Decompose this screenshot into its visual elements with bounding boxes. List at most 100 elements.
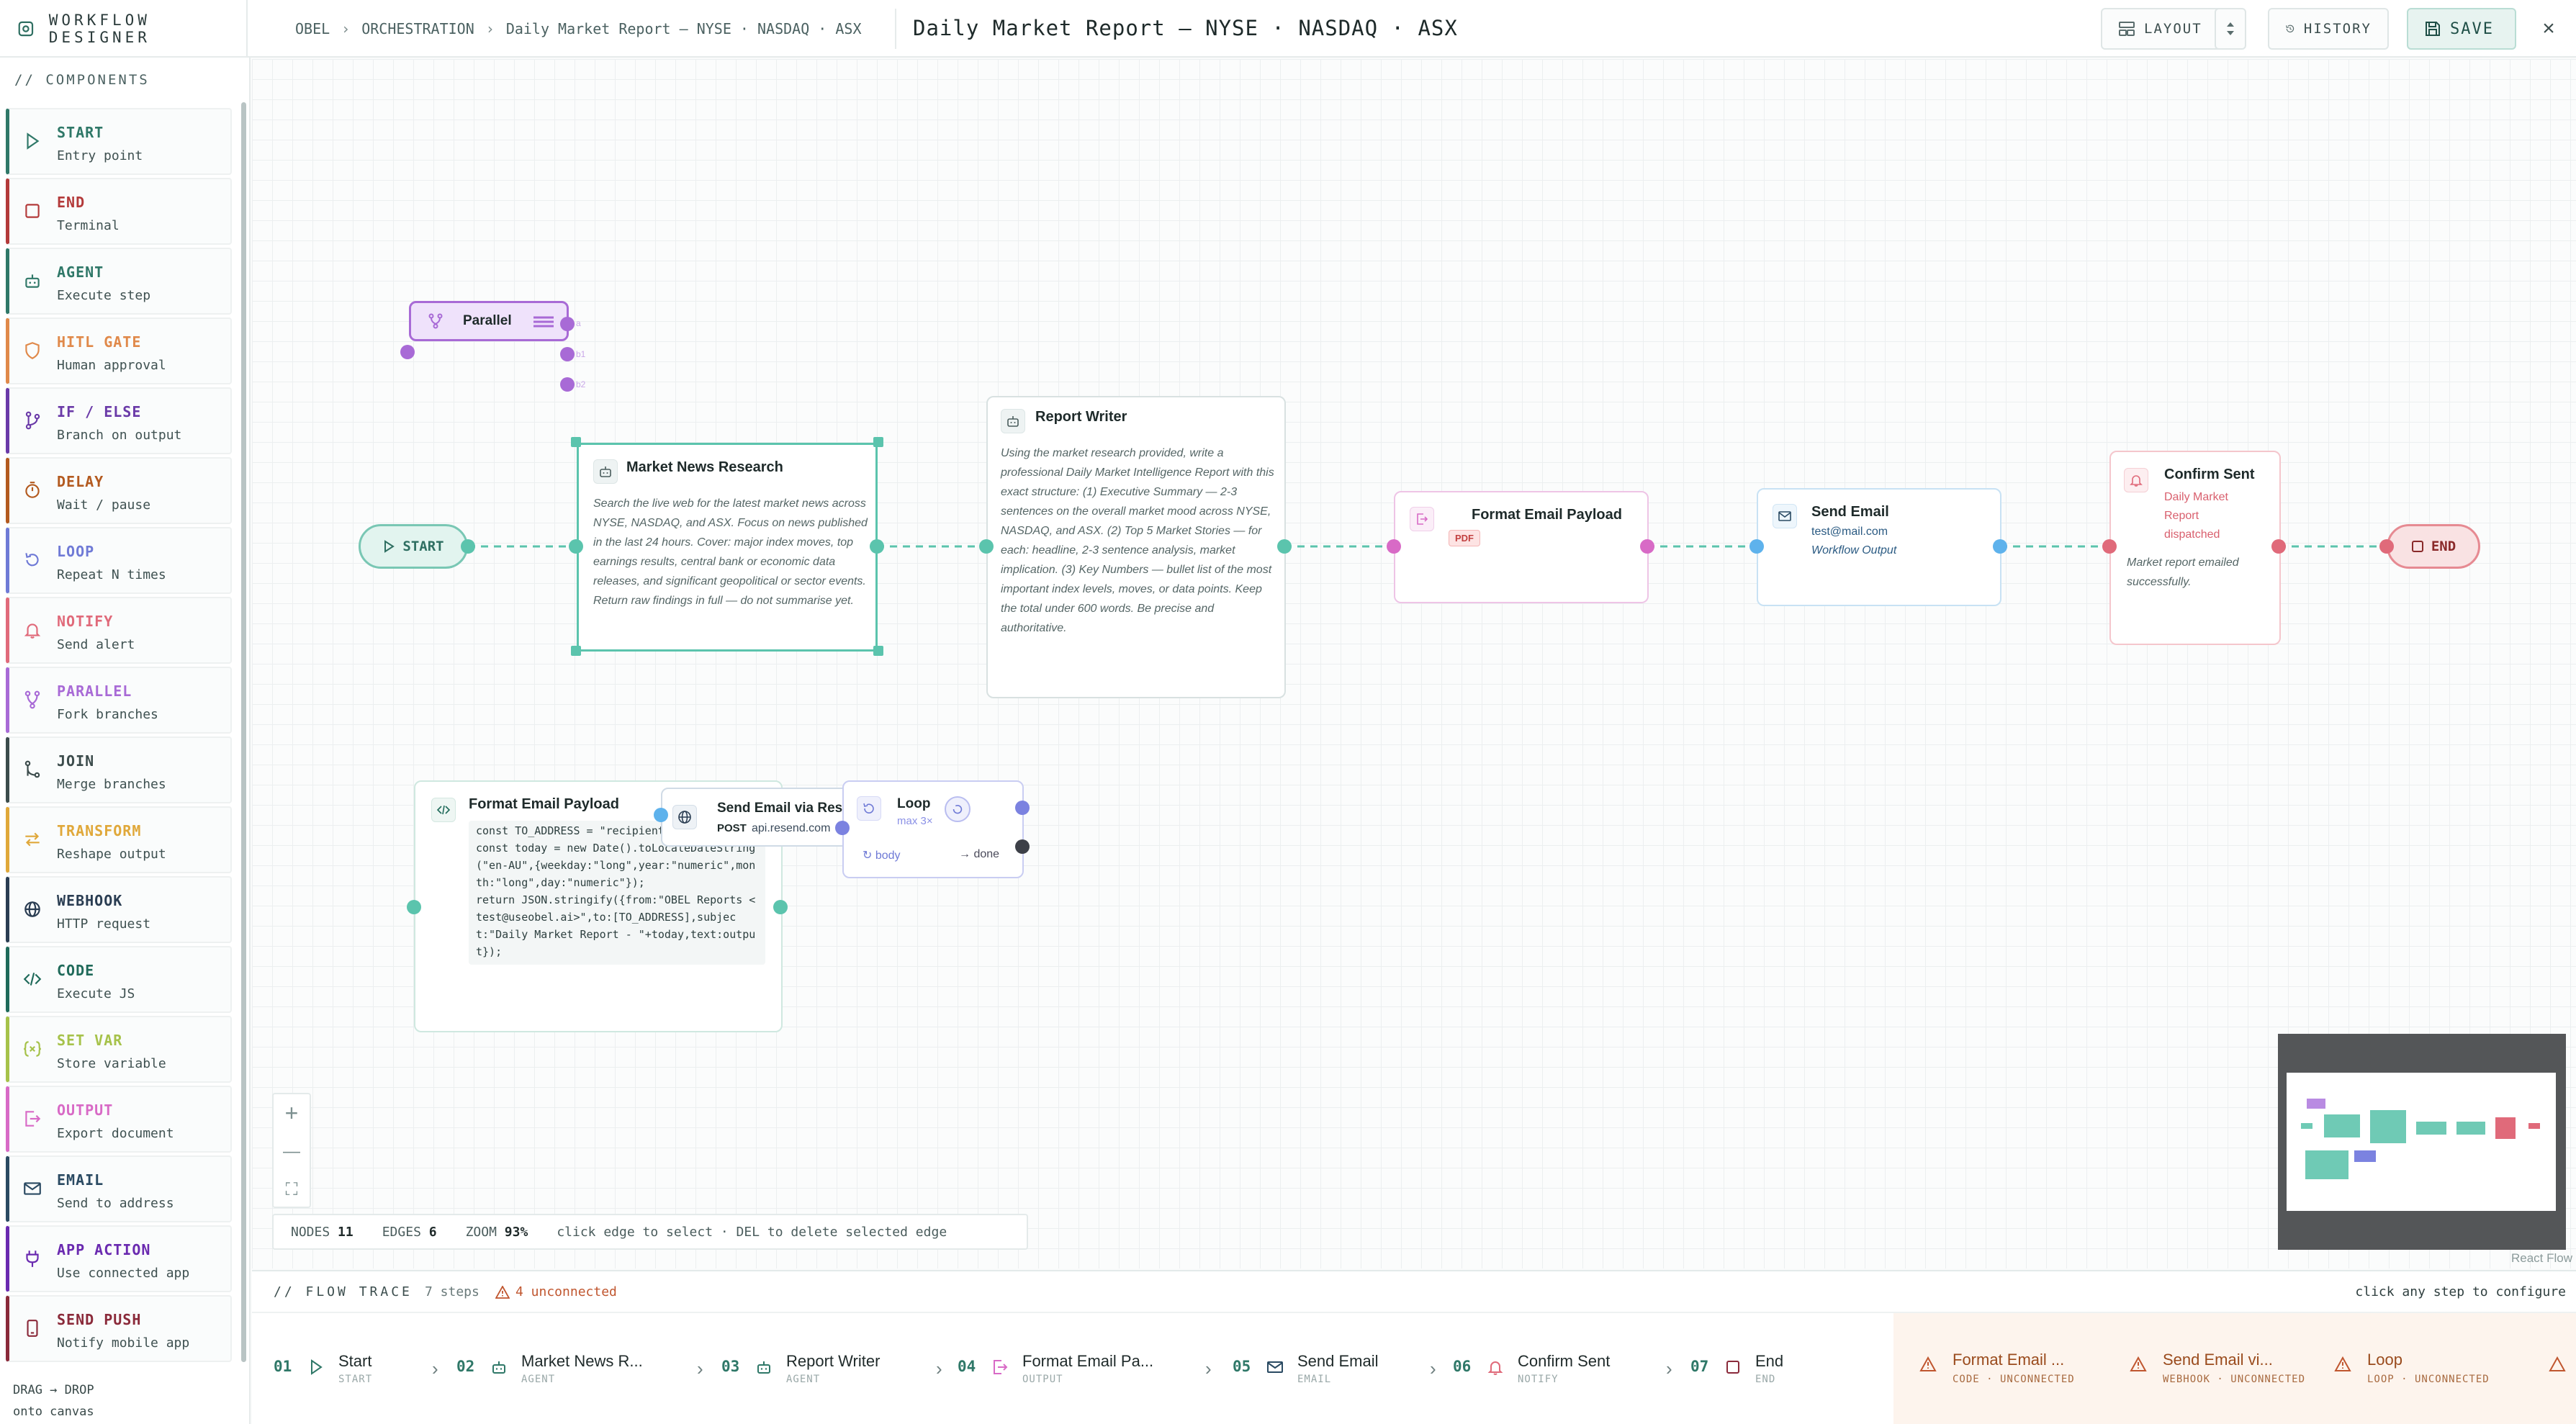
unconnected-count: 4 unconnected bbox=[515, 1284, 617, 1299]
parallel-output-port[interactable] bbox=[560, 347, 575, 361]
trace-step-type: END bbox=[1755, 1374, 1776, 1385]
end-label: END bbox=[2431, 538, 2456, 554]
workflow-logo-icon bbox=[18, 21, 34, 37]
component-join[interactable]: JOIN Merge branches bbox=[6, 736, 232, 803]
drag-hint-line: DRAG → DROP bbox=[13, 1383, 94, 1397]
send-output-port[interactable] bbox=[1993, 539, 2007, 554]
flow-canvas[interactable]: Parallel a b1 b2 START Market News Resea… bbox=[252, 59, 2576, 1268]
selection-handle[interactable] bbox=[873, 437, 883, 447]
play-icon bbox=[307, 1358, 325, 1376]
zoom-in-button[interactable]: + bbox=[274, 1094, 310, 1132]
component-end[interactable]: END Terminal bbox=[6, 178, 232, 245]
branch-icon bbox=[22, 410, 45, 433]
component-start[interactable]: START Entry point bbox=[6, 108, 232, 175]
trace-step-number: 05 bbox=[1233, 1358, 1251, 1375]
breadcrumb-item-orchestration[interactable]: ORCHESTRATION bbox=[361, 20, 474, 37]
component-notify[interactable]: NOTIFY Send alert bbox=[6, 597, 232, 664]
trace-step[interactable]: 06 Confirm Sent NOTIFY bbox=[1453, 1349, 1669, 1392]
selection-handle[interactable] bbox=[571, 437, 581, 447]
phone-icon bbox=[22, 1318, 45, 1341]
close-button[interactable]: × bbox=[2534, 14, 2563, 43]
format-input-port[interactable] bbox=[1387, 539, 1401, 554]
output-node-format-email[interactable]: Format Email Payload PDF bbox=[1394, 491, 1649, 603]
warning-icon bbox=[2549, 1356, 2566, 1376]
fit-view-button[interactable]: ⛶ bbox=[274, 1171, 310, 1209]
nodes-count: NODES 11 bbox=[291, 1225, 353, 1240]
minimap[interactable] bbox=[2278, 1034, 2566, 1250]
layout-button[interactable]: LAYOUT bbox=[2101, 8, 2222, 50]
minimap-viewport[interactable] bbox=[2287, 1073, 2556, 1211]
component-loop[interactable]: LOOP Repeat N times bbox=[6, 527, 232, 594]
code-input-port[interactable] bbox=[407, 900, 421, 914]
component-delay[interactable]: DELAY Wait / pause bbox=[6, 457, 232, 524]
react-flow-attribution[interactable]: React Flow bbox=[2511, 1251, 2572, 1266]
component-send-push[interactable]: SEND PUSH Notify mobile app bbox=[6, 1295, 232, 1362]
research-output-port[interactable] bbox=[870, 539, 884, 554]
selection-handle[interactable] bbox=[873, 646, 883, 656]
notify-node-confirm-sent[interactable]: Confirm Sent Daily Market Report dispatc… bbox=[2109, 451, 2281, 645]
confirm-input-port[interactable] bbox=[2102, 539, 2117, 554]
loop-reset-icon[interactable] bbox=[945, 796, 970, 822]
loop-node[interactable]: Loop max 3× ↻ body → done bbox=[842, 780, 1024, 878]
component-app-action[interactable]: APP ACTION Use connected app bbox=[6, 1225, 232, 1292]
unconnected-step-type: LOOP · UNCONNECTED bbox=[2367, 1374, 2490, 1385]
loop-body-port[interactable] bbox=[1015, 801, 1030, 815]
loop-done-port[interactable] bbox=[1015, 839, 1030, 854]
node-title: Format Email Payload bbox=[1472, 507, 1622, 523]
agent-node-report-writer[interactable]: Report Writer Using the market research … bbox=[986, 396, 1286, 698]
agent-node-market-research[interactable]: Market News Research Search the live web… bbox=[577, 443, 878, 652]
end-input-port[interactable] bbox=[2379, 539, 2394, 554]
format-output-port[interactable] bbox=[1640, 539, 1654, 554]
component-set-var[interactable]: SET VAR Store variable bbox=[6, 1016, 232, 1083]
writer-output-port[interactable] bbox=[1277, 539, 1292, 554]
component-hitl-gate[interactable]: HITL GATE Human approval bbox=[6, 317, 232, 384]
code-output-port[interactable] bbox=[773, 900, 788, 914]
research-input-port[interactable] bbox=[569, 539, 583, 554]
component-name: SEND PUSH bbox=[57, 1311, 142, 1328]
component-output[interactable]: OUTPUT Export document bbox=[6, 1086, 232, 1153]
end-node[interactable]: END bbox=[2387, 524, 2480, 569]
component-email[interactable]: EMAIL Send to address bbox=[6, 1155, 232, 1222]
trace-step[interactable]: 05 Send Email EMAIL bbox=[1233, 1349, 1449, 1392]
minimap-nodes bbox=[2301, 1099, 2540, 1179]
webhook-node-send-email[interactable]: Send Email via Rese POST api.resend.com bbox=[661, 788, 850, 847]
trace-step[interactable]: 03 Report Writer AGENT bbox=[721, 1349, 937, 1392]
component-code[interactable]: CODE Execute JS bbox=[6, 946, 232, 1013]
trace-step[interactable]: 04 Format Email Pa... OUTPUT bbox=[958, 1349, 1174, 1392]
start-node[interactable]: START bbox=[359, 524, 468, 569]
page-title[interactable]: Daily Market Report — NYSE · NASDAQ · AS… bbox=[913, 16, 1458, 40]
component-agent[interactable]: AGENT Execute step bbox=[6, 248, 232, 315]
email-node-send[interactable]: Send Email test@mail.com Workflow Output bbox=[1757, 488, 2001, 606]
warning-icon bbox=[2334, 1356, 2353, 1375]
component-webhook[interactable]: WEBHOOK HTTP request bbox=[6, 876, 232, 943]
component-parallel[interactable]: PARALLEL Fork branches bbox=[6, 667, 232, 734]
confirm-output-port[interactable] bbox=[2271, 539, 2286, 554]
fork-icon bbox=[22, 690, 45, 713]
parallel-input-port[interactable] bbox=[400, 345, 415, 359]
trace-step[interactable]: 02 Market News R... AGENT bbox=[456, 1349, 672, 1392]
component-desc: Fork branches bbox=[57, 707, 158, 722]
writer-input-port[interactable] bbox=[979, 539, 994, 554]
selection-handle[interactable] bbox=[571, 646, 581, 656]
component-if-else[interactable]: IF / ELSE Branch on output bbox=[6, 387, 232, 454]
zoom-out-button[interactable]: — bbox=[274, 1132, 310, 1171]
node-prompt: Using the market research provided, writ… bbox=[1001, 447, 1274, 634]
loop-input-port[interactable] bbox=[835, 821, 850, 835]
webhook-input-port[interactable] bbox=[654, 808, 668, 822]
layout-direction-toggle[interactable] bbox=[2215, 8, 2246, 50]
parallel-output-port[interactable] bbox=[560, 377, 575, 392]
component-transform[interactable]: TRANSFORM Reshape output bbox=[6, 806, 232, 873]
drag-handle-icon[interactable] bbox=[532, 313, 555, 330]
parallel-output-port[interactable] bbox=[560, 317, 575, 331]
save-button[interactable]: SAVE bbox=[2407, 8, 2516, 50]
drag-hint: DRAG → DROP onto canvas bbox=[13, 1379, 94, 1423]
breadcrumb-item-obel[interactable]: OBEL bbox=[295, 20, 330, 37]
history-button[interactable]: HISTORY bbox=[2268, 8, 2389, 50]
start-output-port[interactable] bbox=[461, 539, 475, 554]
trace-step[interactable]: 07 End END bbox=[1690, 1349, 1906, 1392]
parallel-node[interactable]: Parallel bbox=[409, 301, 569, 341]
send-input-port[interactable] bbox=[1749, 539, 1764, 554]
node-prompt: Search the live web for the latest marke… bbox=[593, 497, 868, 607]
sidebar-scrollbar[interactable] bbox=[241, 102, 246, 1362]
stop-icon bbox=[1724, 1358, 1742, 1376]
